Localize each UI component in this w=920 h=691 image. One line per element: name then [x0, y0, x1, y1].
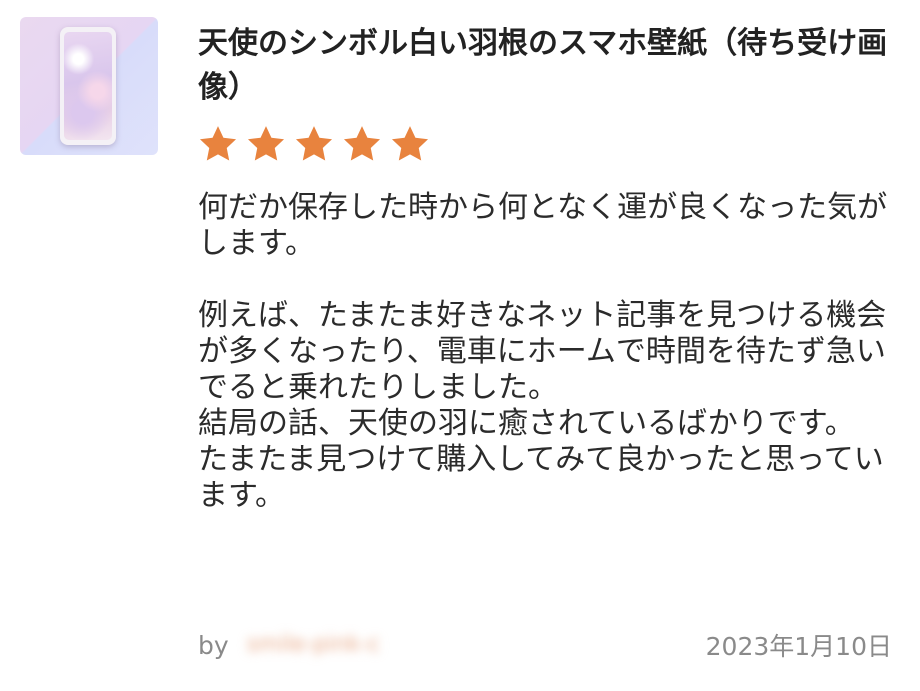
star-icon	[343, 126, 381, 161]
review-footer: by smile-pink-c 2023年1月10日	[198, 625, 892, 665]
star-icon	[295, 126, 333, 161]
by-label: by	[198, 630, 229, 660]
product-title[interactable]: 天使のシンボル白い羽根のスマホ壁紙（待ち受け画像）	[198, 22, 898, 110]
product-thumbnail[interactable]	[20, 17, 158, 155]
review-paragraph: 例えば、たまたま好きなネット記事を見つける機会が多くなったり、電車にホームで時間…	[198, 298, 887, 405]
star-icon	[247, 126, 285, 161]
star-rating	[197, 123, 431, 171]
review-paragraph: 何だか保存した時から何となく運が良くなった気がします。	[198, 190, 888, 261]
reviewer: by smile-pink-c	[198, 631, 422, 660]
phone-image	[60, 27, 116, 145]
star-icon	[199, 126, 237, 161]
star-icon	[391, 126, 429, 161]
reviewer-name[interactable]: smile-pink-c	[247, 632, 422, 658]
review-paragraph: たまたま見つけて購入してみて良かったと思っています。	[198, 442, 884, 513]
review-paragraph: 結局の話、天使の羽に癒されているばかりです。	[198, 406, 855, 441]
review-date: 2023年1月10日	[705, 632, 892, 661]
review-body: 何だか保存した時から何となく運が良くなった気がします。 例えば、たまたま好きなネ…	[198, 190, 898, 514]
wallpaper-preview	[64, 32, 112, 140]
